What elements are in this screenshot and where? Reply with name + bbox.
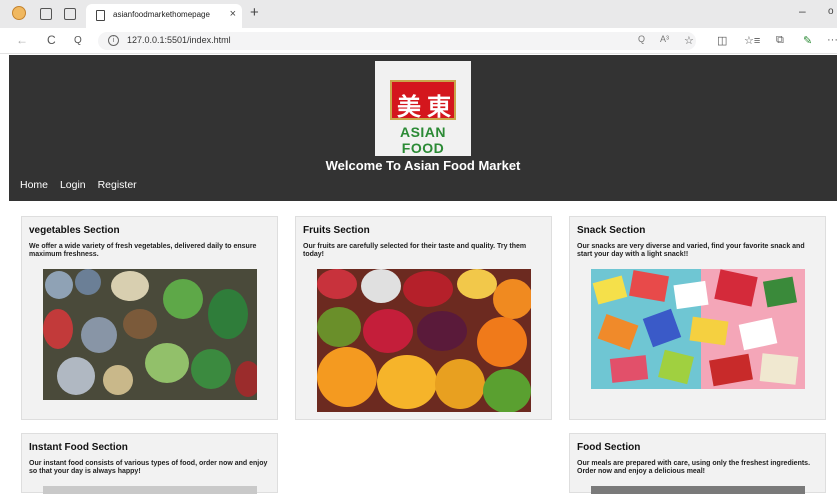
new-tab-button[interactable]: + [250,4,259,21]
read-aloud-icon[interactable]: A³ [660,34,669,44]
workspaces-icon[interactable] [40,8,52,20]
main-nav: Home Login Register [20,179,146,191]
collections-icon[interactable]: ⧉ [776,34,784,47]
logo-char-1: 美 [397,92,421,121]
browser-tab-bar: asianfoodmarkethomepage × + – ο [0,0,837,28]
snack-card: Snack Section Our snacks are very divers… [569,216,826,420]
nav-home[interactable]: Home [20,179,48,191]
menu-icon[interactable]: ··· [827,34,837,46]
food-title: Food Section [577,442,641,453]
logo-char-2: 東 [427,92,451,121]
instant-food-text: Our instant food consists of various typ… [29,460,268,475]
split-screen-icon[interactable]: ◫ [717,34,727,47]
vegetables-title: vegetables Section [29,225,120,236]
tab-actions-icon[interactable] [64,8,76,20]
logo-text: ASIAN FOOD [399,124,447,156]
snack-title: Snack Section [577,225,646,236]
back-icon[interactable]: ← [16,33,28,47]
instant-food-card: Instant Food Section Our instant food co… [21,433,278,494]
logo[interactable]: 美 東 ASIAN FOOD [375,61,471,156]
fruits-image [317,269,531,412]
site-info-icon[interactable]: i [108,35,119,46]
welcome-heading: Welcome To Asian Food Market [325,158,521,173]
fruits-title: Fruits Section [303,225,370,236]
minimize-button[interactable]: – [799,4,806,18]
favorite-icon[interactable]: ☆ [684,34,694,47]
address-bar-row: ← C Q i 127.0.0.1:5501/index.html Q A³ ☆… [0,28,837,54]
food-text: Our meals are prepared with care, using … [577,460,811,475]
vegetables-card: vegetables Section We offer a wide varie… [21,216,278,420]
nav-login[interactable]: Login [60,179,86,191]
profile-icon[interactable] [12,6,26,20]
snack-text: Our snacks are very diverse and varied, … [577,243,805,258]
close-tab-icon[interactable]: × [230,8,236,20]
instant-food-title: Instant Food Section [29,442,128,453]
window-control-icon[interactable]: ο [828,6,834,17]
url-input[interactable]: i 127.0.0.1:5501/index.html Q A³ [98,32,696,50]
nav-register[interactable]: Register [98,179,137,191]
extensions-icon[interactable]: ✎ [803,34,812,47]
site-header: 美 東 ASIAN FOOD Welcome To Asian Food Mar… [9,55,837,201]
fruits-text: Our fruits are carefully selected for th… [303,243,527,258]
food-card: Food Section Our meals are prepared with… [569,433,826,494]
tab-title: asianfoodmarkethomepage [113,10,210,19]
page-icon [96,10,105,21]
vegetables-text: We offer a wide variety of fresh vegetab… [29,243,257,258]
browser-tab[interactable]: asianfoodmarkethomepage × [86,4,242,28]
search-icon[interactable]: Q [74,35,82,46]
reload-icon[interactable]: C [47,33,56,47]
vegetables-image [43,269,257,400]
logo-emblem: 美 東 [390,80,456,121]
zoom-icon[interactable]: Q [638,34,645,44]
url-text: 127.0.0.1:5501/index.html [127,35,231,45]
fruits-card: Fruits Section Our fruits are carefully … [295,216,552,420]
favorites-list-icon[interactable]: ☆≡ [744,34,760,47]
snack-image [591,269,805,389]
